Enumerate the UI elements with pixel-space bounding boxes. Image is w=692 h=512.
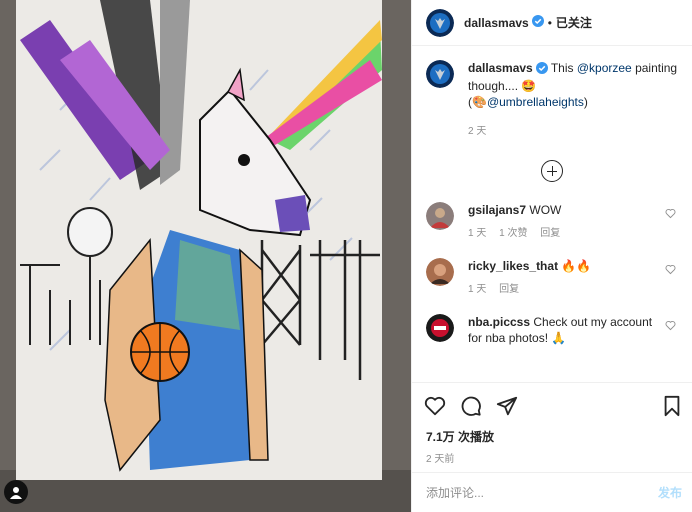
caption-mention-umbrellaheights[interactable]: @umbrellaheights	[487, 95, 584, 109]
tagged-user-icon[interactable]	[4, 480, 28, 504]
bookmark-save-icon[interactable]	[662, 395, 682, 417]
comment-item: gsilajans7 WOW 1 天 1 次赞 回复	[426, 202, 678, 242]
caption-age: 2 天	[468, 126, 487, 137]
add-comment-bar: 发布	[412, 472, 692, 512]
comment-body: gsilajans7 WOW 1 天 1 次赞 回复	[468, 202, 664, 242]
comment-item: nba.piccss Check out my account for nba …	[426, 314, 678, 346]
comment-body: nba.piccss Check out my account for nba …	[468, 314, 664, 346]
heart-outline-icon[interactable]	[665, 208, 676, 222]
caption-paren-close: )	[583, 95, 588, 109]
post-dialog: dallasmavs • 已关注 dallasmavs This @kporze…	[0, 0, 692, 512]
author-avatar[interactable]	[426, 8, 454, 37]
caption-meta: 2 天	[468, 124, 678, 140]
comment-meta: 1 天 1 次赞 回复	[468, 226, 664, 242]
comment-age: 1 天	[468, 228, 487, 239]
heart-outline-icon[interactable]	[665, 320, 676, 334]
comment-reply-button[interactable]: 回复	[499, 284, 519, 295]
like-heart-icon[interactable]	[424, 395, 446, 417]
plus-circle-icon	[541, 160, 563, 182]
comment-age: 1 天	[468, 284, 487, 295]
load-more-comments-button[interactable]	[426, 160, 678, 182]
view-count[interactable]: 7.1万 次播放	[412, 428, 692, 446]
commenter-avatar[interactable]	[426, 258, 454, 286]
commenter-avatar[interactable]	[426, 202, 454, 230]
verified-badge-icon	[531, 15, 544, 30]
comment-reply-button[interactable]: 回复	[540, 228, 560, 239]
post-actions-bar	[412, 382, 692, 428]
verified-badge-icon	[535, 62, 548, 78]
comments-list: dallasmavs This @kporzee painting though…	[412, 46, 692, 382]
comment-body: ricky_likes_that 🔥🔥 1 天 回复	[468, 258, 664, 298]
caption-author-avatar[interactable]	[426, 60, 454, 88]
comment-item: ricky_likes_that 🔥🔥 1 天 回复	[426, 258, 678, 298]
comment-text: WOW	[529, 203, 562, 217]
post-comment-button[interactable]: 发布	[658, 484, 682, 501]
commenter-avatar[interactable]	[426, 314, 454, 342]
share-paper-plane-icon[interactable]	[496, 395, 518, 417]
comment-text: 🔥🔥	[561, 259, 592, 273]
comment-username[interactable]: ricky_likes_that	[468, 259, 558, 273]
header-separator: •	[547, 15, 552, 30]
follow-button[interactable]: 已关注	[556, 14, 592, 31]
comment-bubble-icon[interactable]	[460, 395, 482, 417]
post-timestamp[interactable]: 2 天前	[412, 446, 692, 472]
caption-mention-kporzee[interactable]: @kporzee	[577, 61, 632, 75]
comment-input[interactable]	[426, 485, 658, 500]
comment-like-count[interactable]: 1 次赞	[499, 228, 527, 239]
comment-meta: 1 天 回复	[468, 282, 664, 298]
painting-artwork	[0, 0, 411, 512]
post-side-panel: dallasmavs • 已关注 dallasmavs This @kporze…	[411, 0, 692, 512]
post-caption: dallasmavs This @kporzee painting though…	[426, 60, 678, 140]
caption-paren-open: (🎨	[468, 95, 487, 109]
author-username[interactable]: dallasmavs	[464, 16, 529, 30]
caption-body: dallasmavs This @kporzee painting though…	[468, 60, 678, 140]
post-media-video[interactable]	[0, 0, 411, 512]
post-header: dallasmavs • 已关注	[412, 0, 692, 46]
comment-username[interactable]: gsilajans7	[468, 203, 526, 217]
heart-outline-icon[interactable]	[665, 264, 676, 278]
caption-text-prefix: This	[550, 61, 577, 75]
comment-username[interactable]: nba.piccss	[468, 315, 530, 329]
caption-username[interactable]: dallasmavs	[468, 61, 533, 75]
